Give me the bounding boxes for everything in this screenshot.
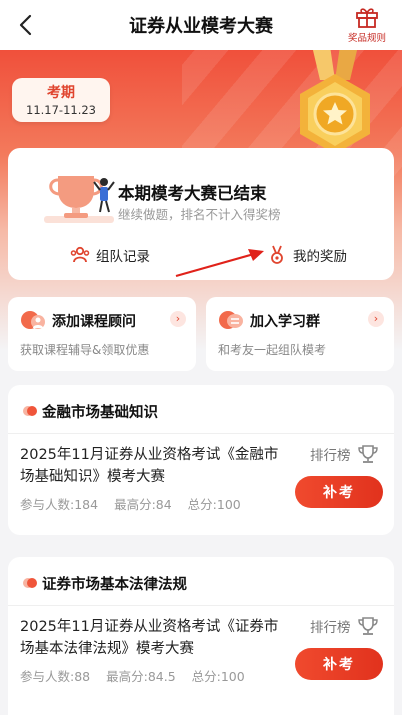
my-rewards-link[interactable]: 我的奖励 — [268, 245, 347, 265]
team-record-link[interactable]: 组队记录 — [70, 245, 150, 265]
exam-category-title: 证券市场基本法律法规 — [42, 577, 187, 593]
gift-icon — [356, 8, 378, 28]
exam-stats: 参与人数:184 最高分:84 总分:100 — [20, 494, 253, 513]
total-score: 总分:100 — [187, 497, 241, 512]
trophy-outline-icon — [357, 445, 378, 463]
page-title: 证券从业模考大赛 — [129, 16, 273, 37]
leaderboard-label: 排行榜 — [310, 620, 351, 636]
exam-period-dates: 11.17-11.23 — [26, 103, 96, 117]
exam-name: 2025年11月证券从业资格考试《证券市场基本法律法规》模考大赛 — [20, 619, 279, 657]
join-group-card[interactable]: 加入学习群 › 和考友一起组队模考 — [206, 297, 394, 371]
contest-ended-title: 本期模考大赛已结束 — [118, 184, 267, 203]
prize-rules-button[interactable]: 奖品规则 — [344, 6, 390, 48]
my-rewards-label: 我的奖励 — [293, 249, 347, 265]
chevron-right-icon: › — [368, 311, 384, 327]
participants-count: 参与人数:88 — [20, 669, 91, 684]
exam-category-title: 金融市场基础知识 — [42, 405, 158, 421]
exam-period-label: 考期 — [47, 85, 75, 101]
exam-name: 2025年11月证券从业资格考试《金融市场基础知识》模考大赛 — [20, 447, 279, 485]
chevron-left-icon — [19, 14, 32, 36]
max-score: 最高分:84.5 — [106, 669, 176, 684]
top-bar: 证券从业模考大赛 奖品规则 — [0, 0, 402, 50]
exam-card: 证券市场基本法律法规 2025年11月证券从业资格考试《证券市场基本法律法规》模… — [8, 557, 394, 715]
exam-card: 金融市场基础知识 2025年11月证券从业资格考试《金融市场基础知识》模考大赛 … — [8, 385, 394, 535]
participants-count: 参与人数:184 — [20, 497, 99, 512]
contest-ended-subtitle: 继续做题，排名不计入得奖榜 — [118, 207, 281, 222]
makeup-exam-button[interactable]: 补考 — [295, 476, 383, 508]
makeup-exam-button[interactable]: 补考 — [295, 648, 383, 680]
join-group-desc: 和考友一起组队模考 — [218, 343, 327, 357]
team-icon — [70, 246, 90, 263]
exam-period-card: 考期 11.17-11.23 — [12, 78, 110, 122]
leaderboard-link[interactable]: 排行榜 — [310, 444, 379, 464]
divider — [8, 605, 394, 606]
leaderboard-label: 排行榜 — [310, 448, 351, 464]
chevron-right-icon: › — [170, 311, 186, 327]
add-advisor-card[interactable]: 添加课程顾问 › 获取课程辅导&领取优惠 — [8, 297, 196, 371]
prize-rules-label: 奖品规则 — [347, 33, 386, 44]
trophy-icon — [44, 176, 115, 223]
group-chat-icon — [219, 311, 243, 329]
team-record-label: 组队记录 — [96, 249, 150, 265]
add-advisor-desc: 获取课程辅导&领取优惠 — [20, 343, 150, 357]
total-score: 总分:100 — [191, 669, 245, 684]
award-icon — [271, 245, 283, 264]
trophy-outline-icon — [357, 617, 378, 635]
exam-stats: 参与人数:88 最高分:84.5 总分:100 — [20, 666, 257, 685]
advisor-chat-icon — [21, 311, 45, 329]
annotation-arrow — [175, 249, 264, 278]
max-score: 最高分:84 — [114, 497, 172, 512]
divider — [8, 433, 394, 434]
category-dot-icon — [23, 578, 37, 588]
leaderboard-link[interactable]: 排行榜 — [310, 616, 379, 636]
add-advisor-title: 添加课程顾问 — [52, 314, 136, 330]
category-dot-icon — [23, 406, 37, 416]
join-group-title: 加入学习群 — [250, 314, 320, 330]
back-button[interactable] — [10, 10, 40, 40]
medal-icon — [300, 50, 370, 154]
